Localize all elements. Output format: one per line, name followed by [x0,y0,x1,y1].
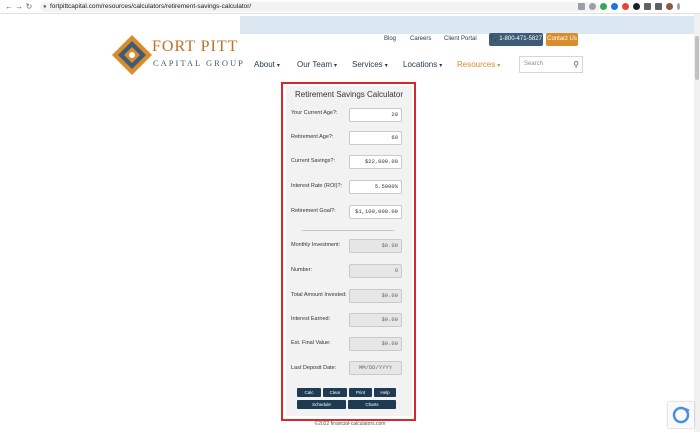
help-button[interactable]: Help [374,388,396,397]
calculator-title: Retirement Savings Calculator [294,90,404,99]
number-output: 0 [349,264,402,278]
utility-bar [240,16,700,34]
client-portal-link[interactable]: Client Portal [444,36,477,42]
final-value-output: $0.00 [349,337,402,351]
interest-earned-output: $0.00 [349,313,402,327]
logo-icon[interactable] [112,35,152,75]
schedule-button[interactable]: Schedule [297,400,346,409]
retirement-age-input[interactable]: 60 [349,131,402,145]
avatar[interactable] [666,3,673,10]
forward-icon[interactable]: → [14,2,24,11]
reload-icon[interactable]: ↻ [24,2,34,11]
calc-button[interactable]: Calc [297,388,321,397]
search-placeholder: Search [524,61,544,67]
current-age-input[interactable]: 28 [349,108,402,122]
star-icon[interactable] [589,3,596,10]
monthly-investment-label: Monthly Investment: [291,242,341,248]
nav-about-label: About [254,60,275,69]
nav-about[interactable]: About ▾ [254,60,280,69]
logo-subtitle: CAPITAL GROUP [153,58,245,68]
interest-earned-label: Interest Earned: [291,316,331,322]
puzzle-icon[interactable] [644,3,651,10]
nav-locations[interactable]: Locations ▾ [403,60,442,69]
url-text: fortpittcapital.com/resources/calculator… [50,3,252,10]
extension-icon[interactable] [633,3,640,10]
total-invested-output: $0.00 [349,289,402,303]
retirement-goal-label: Retirement Goal?: [291,208,336,214]
extension-icon[interactable] [600,3,607,10]
chevron-down-icon: ▾ [384,63,388,69]
chevron-down-icon: ▾ [333,63,337,69]
recaptcha-badge[interactable] [668,402,694,428]
menu-icon[interactable] [677,3,680,10]
retirement-age-label: Retirement Age?: [291,134,334,140]
total-invested-label: Total Amount Invested: [291,292,347,298]
current-savings-label: Current Savings?: [291,158,336,164]
recaptcha-icon [672,406,690,424]
footer-credit[interactable]: ©2022 financial-calculators.com [300,421,400,427]
blog-link[interactable]: Blog [384,36,396,42]
nav-services-label: Services [352,60,383,69]
charts-button[interactable]: Charts [348,400,396,409]
retirement-goal-input[interactable]: $1,100,000.00 [349,205,402,219]
address-bar[interactable]: ● fortpittcapital.com/resources/calculat… [40,2,600,12]
nav-locations-label: Locations [403,60,438,69]
back-icon[interactable]: ← [4,2,14,11]
interest-rate-input[interactable]: 5.5000% [349,180,402,194]
extension-icon[interactable] [611,3,618,10]
nav-resources-label: Resources [457,60,496,69]
nav-resources[interactable]: Resources ▾ [457,60,500,69]
divider [302,230,394,231]
scrollbar-thumb[interactable] [695,36,699,80]
clear-button[interactable]: Clear [323,388,347,397]
current-savings-input[interactable]: $22,000.00 [349,155,402,169]
monthly-investment-output: $0.00 [349,239,402,253]
last-deposit-output: MM/DD/YYYY [349,361,402,375]
careers-link[interactable]: Careers [410,36,431,42]
nav-our-team[interactable]: Our Team ▾ [297,60,337,69]
share-icon[interactable] [578,3,585,10]
nav-services[interactable]: Services ▾ [352,60,388,69]
final-value-label: Est. Final Value: [291,340,331,346]
interest-rate-label: Interest Rate (ROI)?: [291,183,343,189]
extensions-bar [578,3,680,10]
contact-us-button[interactable]: Contact Us [546,33,578,46]
nav-our-team-label: Our Team [297,60,332,69]
number-label: Number: [291,267,313,273]
logo-title[interactable]: FORT PITT [152,38,238,56]
current-age-label: Your Current Age?: [291,110,338,116]
chevron-down-icon: ▾ [439,63,443,69]
print-button[interactable]: Print [349,388,372,397]
last-deposit-label: Last Deposit Date: [291,365,337,371]
extension-icon[interactable] [622,3,629,10]
search-input[interactable]: Search ⚲ [519,56,583,73]
phone-button[interactable]: 📞 1-800-471-5827 [489,33,543,46]
chevron-down-icon: ▾ [276,63,280,69]
search-icon[interactable]: ⚲ [573,57,579,72]
sidepanel-icon[interactable] [655,3,662,10]
chevron-down-icon: ▾ [497,63,501,69]
lock-icon: ● [43,4,47,10]
